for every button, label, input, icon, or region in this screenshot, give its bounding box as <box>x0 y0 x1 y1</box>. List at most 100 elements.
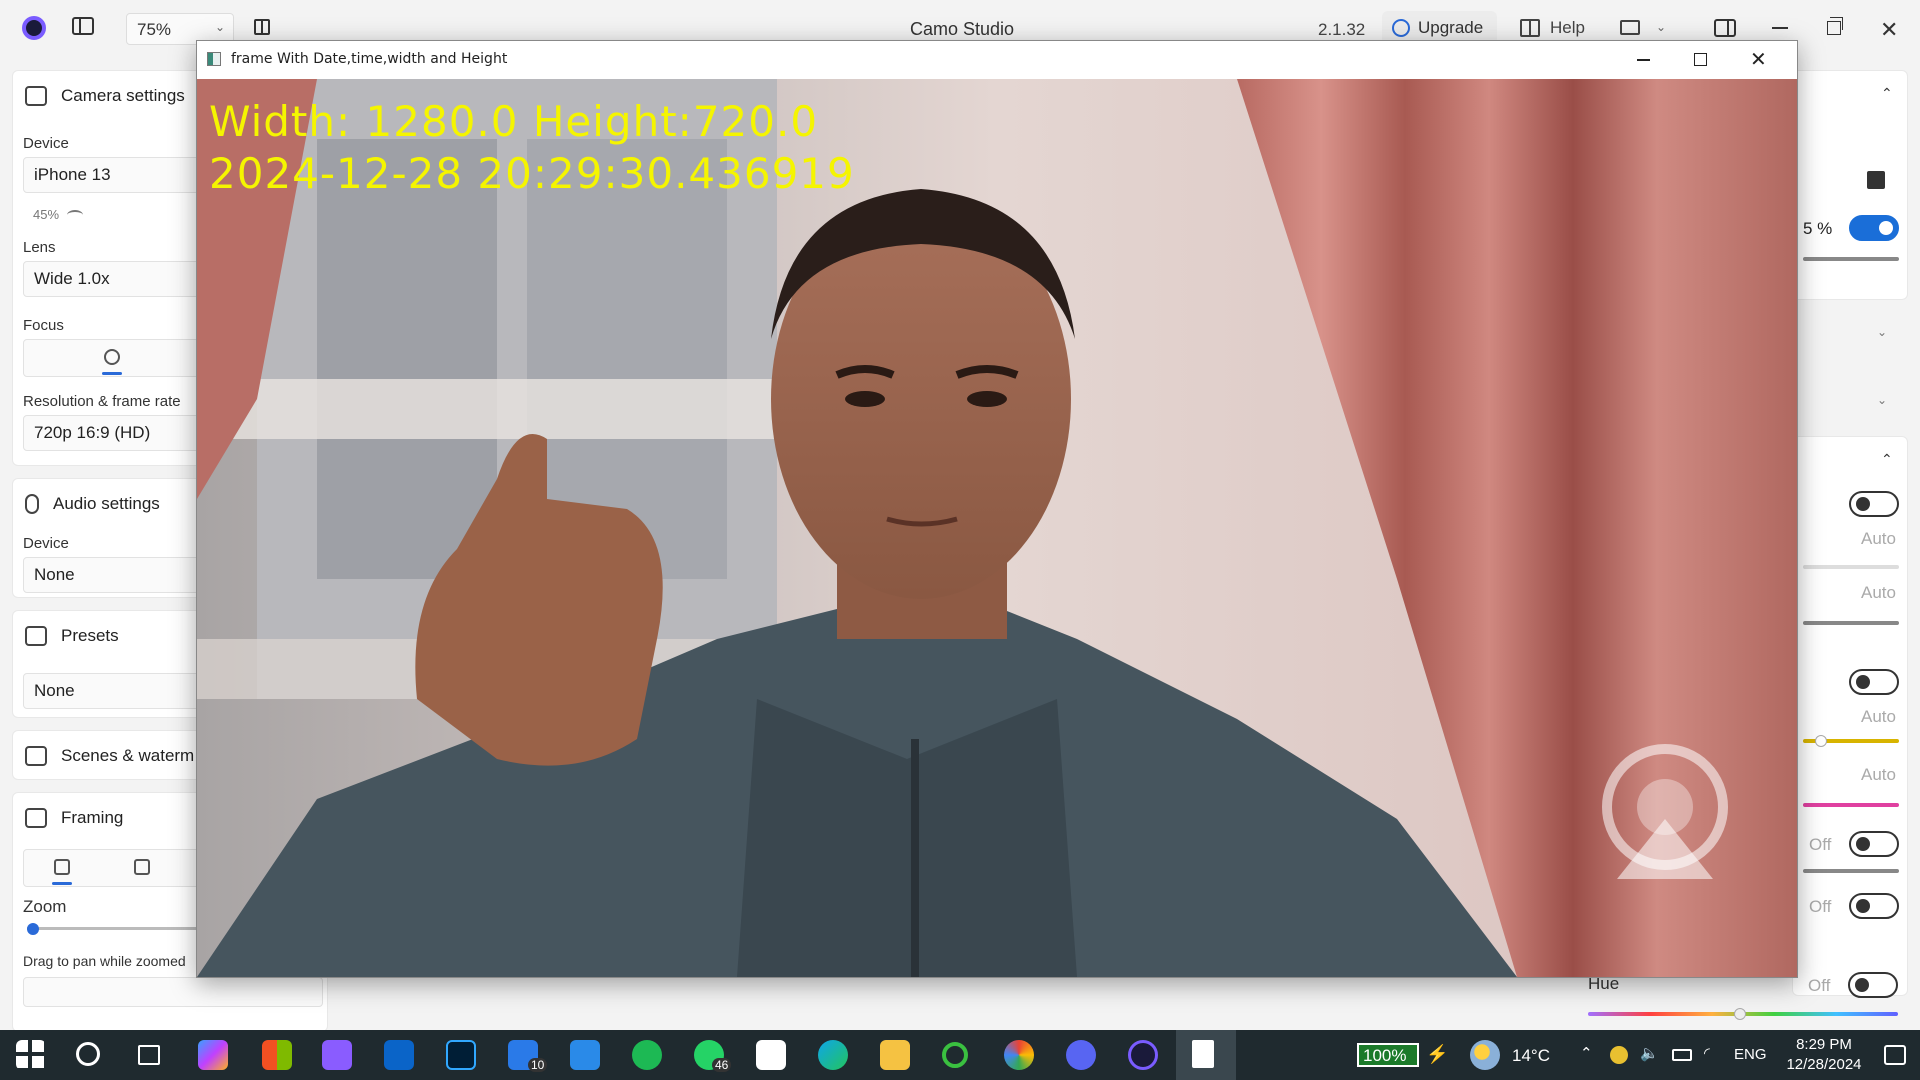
vscode-icon[interactable] <box>570 1040 600 1070</box>
chevron-up-icon[interactable]: ⌃ <box>1580 1044 1593 1062</box>
discord-icon[interactable] <box>1066 1040 1096 1070</box>
microphone-icon <box>25 494 39 514</box>
weather-icon[interactable] <box>1470 1040 1500 1070</box>
weather-temp[interactable]: 14°C <box>1512 1046 1550 1066</box>
window-maximize-button[interactable] <box>1694 53 1707 66</box>
copilot-icon[interactable] <box>198 1040 228 1070</box>
battery-percent: 45% <box>33 207 60 222</box>
temperature-knob[interactable] <box>1815 735 1827 747</box>
toggle-knob <box>1856 899 1870 913</box>
minimize-button[interactable] <box>1772 27 1788 29</box>
help-label: Help <box>1550 18 1585 37</box>
pan-preview[interactable] <box>23 977 323 1007</box>
toggle-knob <box>1879 221 1893 235</box>
wifi-icon <box>67 209 84 220</box>
resolution-label: Resolution & frame rate <box>23 393 181 410</box>
framing-icon <box>25 808 47 828</box>
help-button[interactable]: Help <box>1520 18 1585 38</box>
chevron-down-icon[interactable]: ⌄ <box>1656 20 1666 34</box>
effect-toggle[interactable] <box>1849 215 1899 241</box>
toggle-knob <box>1856 675 1870 689</box>
camera-frame-image <box>197 79 1797 977</box>
auto-label-4: Auto <box>1861 765 1896 784</box>
zoom-label: Zoom <box>23 897 67 916</box>
window-minimize-button[interactable] <box>1637 59 1650 61</box>
start-icon[interactable] <box>16 1040 46 1070</box>
off-label-3: Off <box>1808 976 1831 995</box>
focus-label: Focus <box>23 317 64 334</box>
adjust-slider-1[interactable] <box>1803 565 1899 569</box>
chrome-icon[interactable] <box>1004 1040 1034 1070</box>
upgrade-label: Upgrade <box>1418 18 1484 37</box>
adjust-toggle-4[interactable] <box>1849 893 1899 919</box>
image-adjust-card: ⌃ Auto Auto Auto Auto Off Off <box>1792 436 1908 996</box>
chevron-down-icon: ⌄ <box>214 20 225 34</box>
chevron-up-icon[interactable]: ⌃ <box>1881 451 1893 468</box>
task-view-icon[interactable] <box>138 1045 160 1065</box>
tray-app-icon[interactable] <box>1610 1046 1628 1064</box>
outlook-icon[interactable] <box>384 1040 414 1070</box>
frame-window-title: frame With Date,time,width and Height <box>231 51 508 67</box>
presets-icon <box>25 626 47 646</box>
clipchamp-icon[interactable] <box>322 1040 352 1070</box>
adjust-toggle-3[interactable] <box>1849 831 1899 857</box>
adjust-toggle-2[interactable] <box>1849 669 1899 695</box>
maximize-button[interactable] <box>1827 17 1843 35</box>
notepad-icon[interactable] <box>1192 1040 1214 1068</box>
clock-time[interactable]: 8:29 PM <box>1784 1036 1864 1053</box>
split-view-icon[interactable] <box>254 19 270 35</box>
device-label: Device <box>23 135 69 152</box>
tint-slider[interactable] <box>1803 803 1899 807</box>
right-card-1: ⌃ 5 % ⌄ ⌄ <box>1792 70 1908 407</box>
frame-window-titlebar[interactable]: frame With Date,time,width and Height ✕ <box>197 41 1797 79</box>
portrait-icon[interactable] <box>1867 171 1885 189</box>
upgrade-icon <box>1392 19 1410 37</box>
battery-tray-icon[interactable] <box>1672 1049 1692 1061</box>
frame-window: frame With Date,time,width and Height ✕ <box>196 40 1798 978</box>
notifications-icon[interactable] <box>1884 1045 1906 1065</box>
wifi-tray-icon[interactable]: ◜ <box>1704 1044 1710 1062</box>
toggle-knob <box>1856 497 1870 511</box>
effect-slider[interactable] <box>1803 257 1899 261</box>
power-icon[interactable]: ⚡ <box>1426 1044 1448 1065</box>
camo-logo-icon[interactable] <box>22 16 46 40</box>
camo-taskbar-icon[interactable] <box>1128 1040 1158 1070</box>
audio-settings-title: Audio settings <box>53 494 160 513</box>
zoom-value: 75% <box>137 20 172 39</box>
hue-toggle[interactable] <box>1848 972 1898 998</box>
window-close-button[interactable]: ✕ <box>1750 47 1767 71</box>
hue-knob[interactable] <box>1734 1008 1746 1020</box>
battery-indicator[interactable]: 100% <box>1357 1043 1419 1067</box>
spotify-icon[interactable] <box>632 1040 662 1070</box>
volume-icon[interactable]: 🔈 <box>1640 1044 1659 1062</box>
adjust-slider-3[interactable] <box>1803 869 1899 873</box>
zoom-slider-knob[interactable] <box>27 923 39 935</box>
refresh-app-icon[interactable] <box>942 1042 968 1068</box>
auto-label-1: Auto <box>1861 529 1896 548</box>
file-explorer-icon[interactable] <box>880 1040 910 1070</box>
edge-icon[interactable] <box>818 1040 848 1070</box>
manual-framing-icon[interactable] <box>54 859 70 875</box>
adjust-toggle-1[interactable] <box>1849 491 1899 517</box>
autofocus-icon[interactable] <box>104 349 120 365</box>
scenes-title: Scenes & waterm <box>61 746 195 765</box>
camera-icon[interactable] <box>1620 20 1640 35</box>
language-indicator[interactable]: ENG <box>1734 1046 1767 1063</box>
search-icon[interactable] <box>76 1042 100 1066</box>
clock-date[interactable]: 12/28/2024 <box>1776 1056 1872 1073</box>
chevron-up-icon[interactable]: ⌃ <box>1881 85 1893 102</box>
close-button[interactable]: ✕ <box>1880 17 1898 43</box>
toggle-sidebar-icon[interactable] <box>72 17 94 35</box>
off-label-2: Off <box>1809 897 1832 916</box>
auto-framing-icon[interactable] <box>134 859 150 875</box>
whatsapp-badge: 46 <box>712 1058 732 1072</box>
store-icon[interactable] <box>262 1040 292 1070</box>
photoshop-icon[interactable] <box>446 1040 476 1070</box>
adjust-slider-2[interactable] <box>1803 621 1899 625</box>
notion-icon[interactable] <box>756 1040 786 1070</box>
toggle-right-panel-icon[interactable] <box>1714 19 1736 37</box>
chevron-down-icon[interactable]: ⌄ <box>1877 325 1887 339</box>
chevron-down-icon[interactable]: ⌄ <box>1877 393 1887 407</box>
todo-badge: 10 <box>528 1058 548 1072</box>
camera-settings-title: Camera settings <box>61 86 185 105</box>
